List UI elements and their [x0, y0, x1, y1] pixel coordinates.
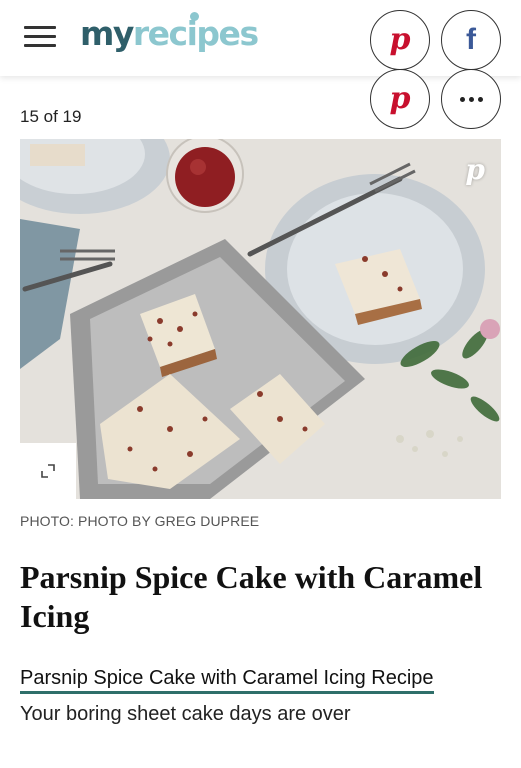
pinterest-icon: p	[389, 22, 411, 57]
slide-description: Your boring sheet cake days are over	[20, 703, 351, 725]
slide-title: Parsnip Spice Cake with Caramel Icing	[20, 559, 483, 634]
site-header: myrecipes p f	[0, 0, 521, 76]
hamburger-menu-icon[interactable]	[24, 26, 56, 48]
slide-counter: 15 of 19	[20, 107, 82, 126]
pinterest-share-button[interactable]: p	[370, 10, 430, 70]
cake-photo-illustration	[20, 139, 501, 499]
logo-dot	[190, 12, 199, 21]
expand-icon	[41, 464, 55, 478]
pinterest-pin-button[interactable]: p	[370, 69, 430, 129]
expand-image-button[interactable]	[20, 443, 76, 499]
slide-photo[interactable]: p	[20, 139, 501, 499]
pinterest-icon: p	[389, 81, 411, 116]
more-options-icon	[459, 96, 483, 102]
logo-my: my	[80, 14, 134, 53]
more-options-button[interactable]	[441, 69, 501, 129]
facebook-icon: f	[466, 23, 476, 56]
photo-credit: PHOTO: PHOTO BY GREG DUPREE	[20, 513, 260, 529]
recipe-link[interactable]: Parsnip Spice Cake with Caramel Icing Re…	[20, 667, 434, 694]
facebook-share-button[interactable]: f	[441, 10, 501, 70]
pinterest-icon[interactable]: p	[465, 153, 485, 186]
site-logo[interactable]: myrecipes	[80, 12, 259, 53]
